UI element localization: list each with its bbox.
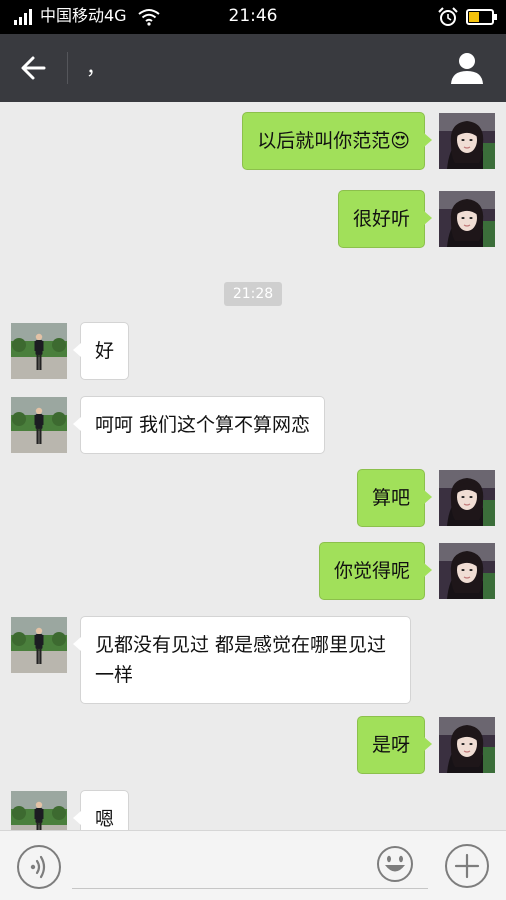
- my-avatar[interactable]: [439, 717, 495, 773]
- my-avatar[interactable]: [439, 191, 495, 247]
- message-bubble-sent[interactable]: 你觉得呢: [318, 542, 433, 600]
- timestamp-label: 21:28: [224, 282, 282, 306]
- chat-header: ，: [0, 34, 506, 102]
- message-bubble-received[interactable]: 嗯: [72, 790, 130, 830]
- status-bar: 中国移动4G 21:46: [0, 0, 506, 34]
- plus-icon[interactable]: [444, 843, 490, 889]
- back-arrow-icon[interactable]: [16, 52, 50, 84]
- message-bubble-sent[interactable]: 算吧: [356, 469, 433, 527]
- voice-icon[interactable]: [16, 844, 62, 890]
- message-bubble-sent[interactable]: 以后就叫你范范😍: [242, 112, 432, 170]
- emoji-icon[interactable]: [376, 845, 414, 883]
- chat-title: ，: [86, 55, 106, 79]
- contact-avatar[interactable]: [11, 791, 67, 830]
- chat-area[interactable]: 以后就叫你范范😍 很好听 21:28 好 呵呵 我们这个算不算网恋 算吧 你觉得…: [0, 102, 506, 830]
- message-bubble-sent[interactable]: 很好听: [337, 190, 433, 248]
- alarm-icon: [438, 7, 458, 26]
- contact-avatar[interactable]: [11, 617, 67, 673]
- status-time: 21:46: [228, 6, 278, 26]
- contact-avatar[interactable]: [11, 397, 67, 453]
- input-bar: [0, 830, 506, 900]
- my-avatar[interactable]: [439, 543, 495, 599]
- message-bubble-received[interactable]: 见都没有见过 都是感觉在哪里见过一样: [73, 616, 411, 704]
- my-avatar[interactable]: [439, 113, 495, 169]
- message-bubble-received[interactable]: 呵呵 我们这个算不算网恋: [72, 396, 326, 454]
- profile-icon[interactable]: [448, 50, 486, 86]
- battery-charging-icon: [466, 9, 497, 25]
- contact-avatar[interactable]: [11, 323, 67, 379]
- my-avatar[interactable]: [439, 470, 495, 526]
- message-bubble-sent[interactable]: 是呀: [356, 716, 433, 774]
- message-input[interactable]: [72, 845, 428, 889]
- header-divider: [67, 52, 68, 84]
- message-bubble-received[interactable]: 好: [72, 322, 130, 380]
